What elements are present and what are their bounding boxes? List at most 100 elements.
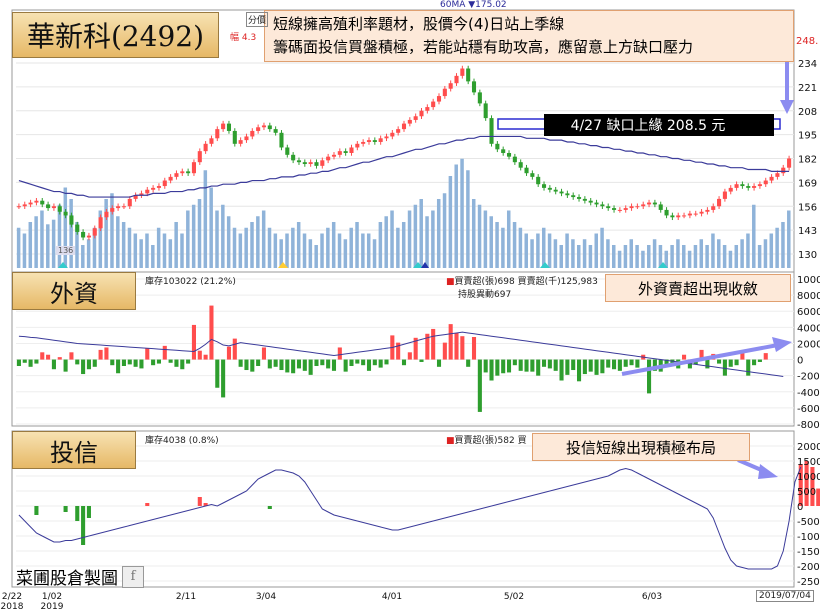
- candle-body: [92, 228, 97, 236]
- candle-body: [162, 180, 167, 187]
- candle-body: [34, 200, 39, 203]
- foreign-bar: [752, 359, 757, 366]
- foreign-bar: [431, 328, 436, 360]
- main-note-line1: 短線擁高殖利率題材，股價今(4)日站上季線: [273, 15, 565, 33]
- volume-bar: [629, 239, 634, 268]
- candle-body: [600, 204, 605, 207]
- candle-body: [436, 96, 442, 102]
- top-left-cut: 分價: [246, 12, 269, 27]
- candle-body: [454, 75, 459, 84]
- foreign-bar: [261, 347, 267, 360]
- volume-bar: [565, 233, 569, 268]
- candle-body: [705, 209, 710, 212]
- foreign-bar: [448, 324, 453, 360]
- volume-bar: [267, 227, 272, 268]
- candle-body: [623, 208, 628, 210]
- volume-bar: [372, 239, 377, 268]
- volume-bar: [22, 233, 27, 268]
- candle-body: [676, 215, 681, 218]
- foreign-bar: [647, 359, 652, 394]
- candle-body: [378, 138, 383, 142]
- volume-bar: [291, 227, 295, 268]
- foreign-bar: [355, 359, 360, 364]
- volume-bar: [647, 245, 651, 268]
- foreign-tick: 8000: [797, 291, 820, 302]
- candle-body: [769, 176, 774, 181]
- candle-body: [232, 130, 237, 144]
- candle-body: [104, 211, 109, 218]
- date-tick: 4/01: [382, 592, 402, 602]
- volume-bar: [641, 250, 645, 268]
- foreign-bar: [40, 352, 45, 360]
- foreign-bar: [121, 359, 126, 366]
- trust-axis: 2000 1500 1000 500 0 -500 -1000 -1500 -2000 -2500: [797, 442, 820, 588]
- trust-bar: [81, 506, 86, 545]
- candle-body: [296, 160, 302, 163]
- volume-bar: [186, 210, 190, 268]
- foreign-bar: [477, 359, 482, 412]
- foreign-bar: [366, 359, 372, 371]
- stock-title: 華新科(2492): [12, 12, 219, 58]
- foreign-bar: [326, 359, 331, 369]
- foreign-bar: [571, 359, 576, 371]
- foreign-bar: [16, 359, 21, 366]
- candle-body: [168, 176, 173, 181]
- candle-body: [267, 125, 272, 130]
- volume-bar: [512, 222, 517, 268]
- foreign-bar: [145, 348, 150, 360]
- volume-bar: [226, 216, 231, 268]
- candle-body: [664, 209, 669, 216]
- volume-bar: [582, 239, 587, 268]
- volume-bar: [676, 239, 680, 268]
- candle-body: [717, 198, 722, 207]
- volume-bar: [197, 199, 202, 268]
- foreign-bar: [168, 359, 173, 363]
- watermark: 菜圃股倉製圖 f: [16, 564, 144, 589]
- candle-body: [763, 180, 768, 185]
- share-icon[interactable]: f: [122, 565, 144, 588]
- candle-body: [571, 195, 576, 198]
- trust-callout: 投信短線出現積極布局: [532, 433, 750, 461]
- candle-body: [279, 132, 284, 148]
- candle-body: [22, 204, 27, 207]
- volume-bar: [238, 233, 243, 268]
- candle-body: [110, 208, 115, 212]
- candle-body: [547, 187, 552, 190]
- candle-body: [553, 189, 558, 192]
- foreign-bar: [460, 336, 465, 360]
- candle-body: [647, 202, 652, 205]
- foreign-bar: [226, 346, 232, 360]
- foreign-bar: [320, 359, 325, 366]
- foreign-bar: [291, 359, 296, 374]
- foreign-axis: 10000 8000 6000 4000 2000 0 -2000 -4000 -6000 -80…: [797, 275, 820, 431]
- volume-bar: [34, 216, 38, 268]
- volume-bar: [203, 170, 208, 268]
- foreign-bar: [466, 359, 471, 367]
- volume-bar: [337, 233, 342, 268]
- foreign-bar: [361, 359, 366, 366]
- foreign-bar: [337, 347, 342, 360]
- foreign-bar: [530, 359, 535, 372]
- foreign-bar: [763, 353, 768, 360]
- volume-bar: [407, 210, 412, 268]
- volume-bar: [471, 199, 476, 268]
- volume-bar: [343, 239, 348, 268]
- foreign-bar: [139, 359, 144, 369]
- foreign-bar: [302, 359, 307, 371]
- candle-body: [156, 186, 161, 188]
- foreign-bar: [623, 359, 628, 367]
- volume-bar: [547, 233, 552, 268]
- foreign-bar: [501, 359, 506, 374]
- foreign-bar: [436, 359, 442, 367]
- candle-body: [256, 127, 261, 131]
- candle-body: [75, 224, 80, 232]
- volume-bar: [133, 233, 138, 268]
- candle-body: [431, 101, 436, 108]
- foreign-bar: [174, 359, 179, 367]
- candle-body: [46, 204, 51, 209]
- candle-body: [687, 213, 692, 216]
- trust-bar: [197, 497, 202, 506]
- date-tick: 6/03: [642, 592, 662, 602]
- volume-bar: [273, 233, 278, 268]
- trust-bar: [145, 503, 150, 506]
